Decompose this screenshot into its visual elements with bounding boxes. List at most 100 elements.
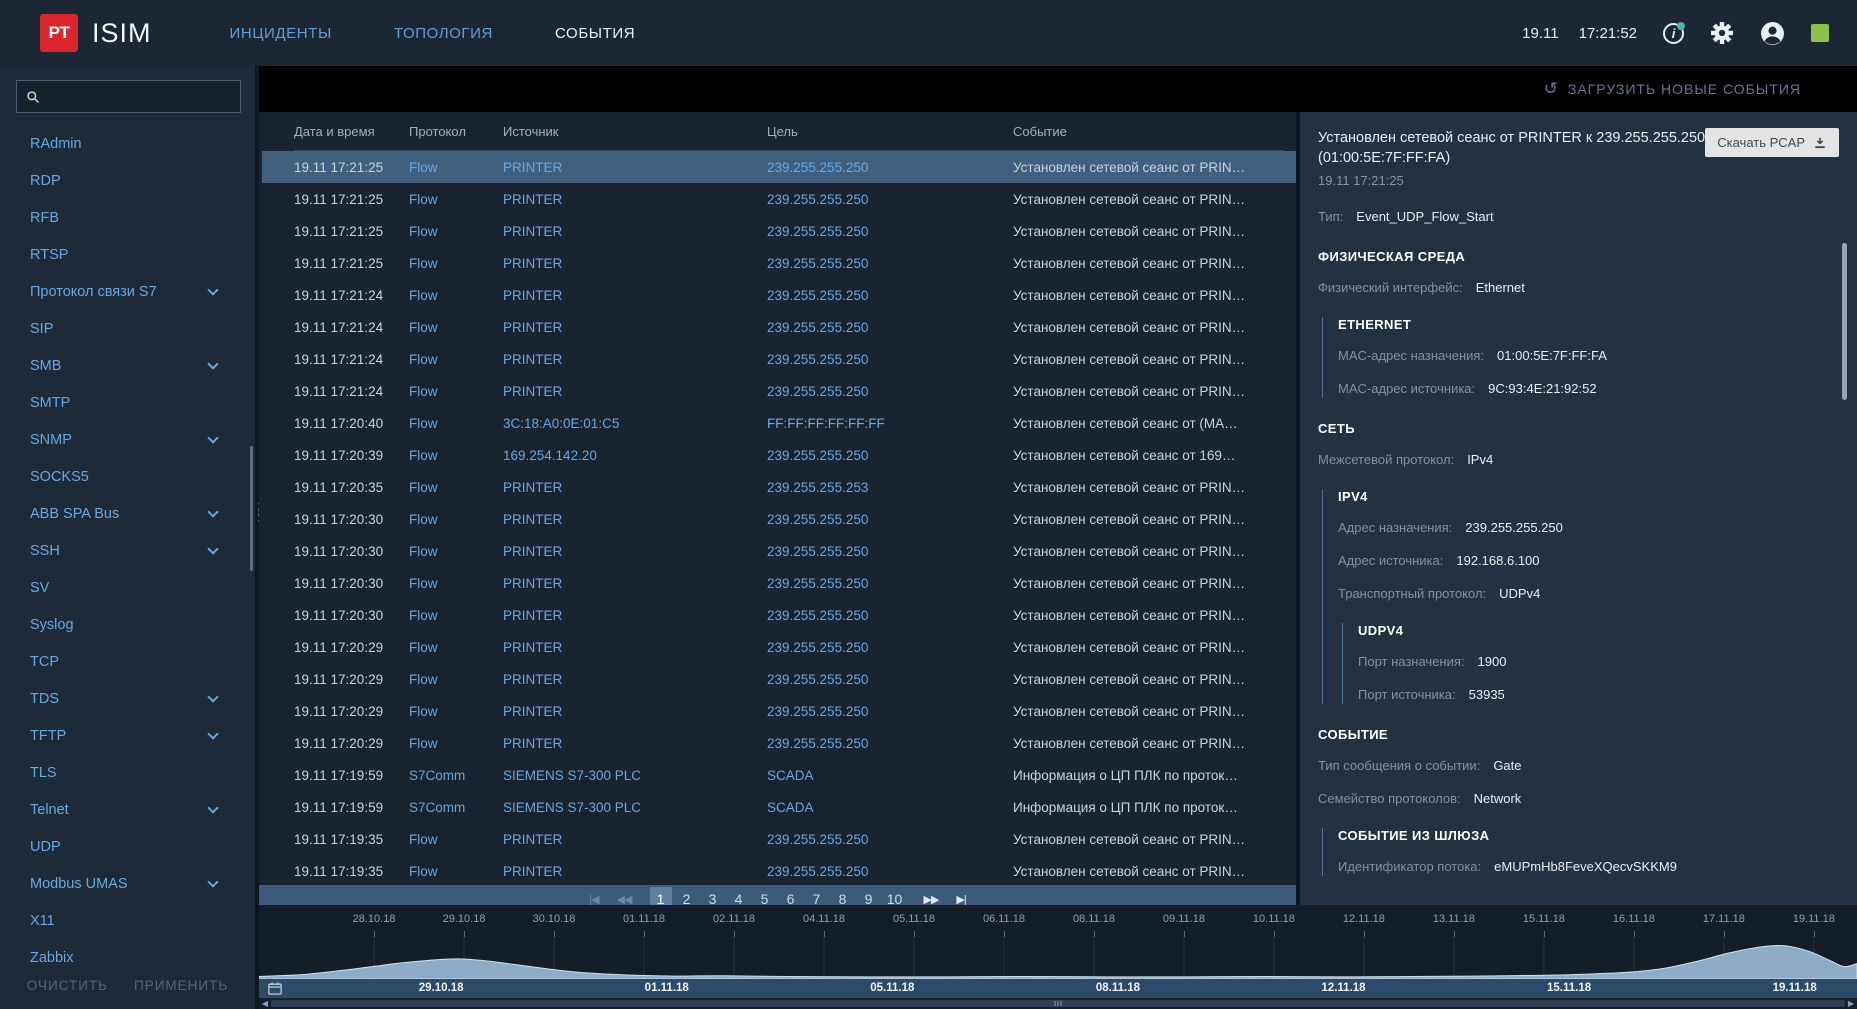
range-date-label[interactable]: 05.11.18 — [870, 982, 914, 994]
col-header-datetime[interactable]: Дата и время — [294, 124, 409, 139]
chevron-down-icon[interactable] — [207, 691, 219, 703]
cell-protocol[interactable]: Flow — [409, 704, 503, 719]
cell-protocol[interactable]: Flow — [409, 512, 503, 527]
pt-logo[interactable]: PT — [40, 14, 78, 52]
download-pcap-button[interactable]: Скачать PCAP — [1705, 128, 1839, 157]
cell-source[interactable]: PRINTER — [503, 608, 767, 623]
scroll-left-icon[interactable]: ◀ — [259, 999, 271, 1008]
cell-target[interactable]: SCADA — [767, 800, 1013, 815]
sidebar-item[interactable]: SSH — [0, 532, 255, 569]
range-date-label[interactable]: 15.11.18 — [1547, 982, 1591, 994]
cell-source[interactable]: PRINTER — [503, 192, 767, 207]
cell-target[interactable]: 239.255.255.250 — [767, 448, 1013, 463]
cell-protocol[interactable]: Flow — [409, 480, 503, 495]
sidebar-item[interactable]: SMB — [0, 347, 255, 384]
cell-target[interactable]: 239.255.255.250 — [767, 832, 1013, 847]
cell-source[interactable]: PRINTER — [503, 640, 767, 655]
cell-target[interactable]: 239.255.255.250 — [767, 160, 1013, 175]
cell-protocol[interactable]: Flow — [409, 640, 503, 655]
tab-events[interactable]: СОБЫТИЯ — [555, 25, 635, 42]
cell-source[interactable]: PRINTER — [503, 224, 767, 239]
sidebar-item[interactable]: UDP — [0, 828, 255, 865]
cell-protocol[interactable]: Flow — [409, 608, 503, 623]
sidebar-item[interactable]: Zabbix — [0, 939, 255, 968]
cell-target[interactable]: 239.255.255.250 — [767, 512, 1013, 527]
range-date-label[interactable]: 08.11.18 — [1096, 982, 1140, 994]
chevron-down-icon[interactable] — [207, 506, 219, 518]
chevron-down-icon[interactable] — [207, 358, 219, 370]
cell-source[interactable]: 3C:18:A0:0E:01:C5 — [503, 416, 767, 431]
cell-protocol[interactable]: Flow — [409, 320, 503, 335]
cell-source[interactable]: PRINTER — [503, 832, 767, 847]
cell-protocol[interactable]: S7Comm — [409, 768, 503, 783]
sidebar-item[interactable]: RAdmin — [0, 125, 255, 162]
sidebar-item[interactable]: TFTP — [0, 717, 255, 754]
sidebar-item[interactable]: SV — [0, 569, 255, 606]
chevron-down-icon[interactable] — [207, 543, 219, 555]
cell-target[interactable]: 239.255.255.250 — [767, 576, 1013, 591]
sidebar-item[interactable]: Modbus UMAS — [0, 865, 255, 902]
sidebar-item[interactable]: TDS — [0, 680, 255, 717]
cell-protocol[interactable]: Flow — [409, 224, 503, 239]
sidebar-item[interactable]: SIP — [0, 310, 255, 347]
sidebar-item[interactable]: SNMP — [0, 421, 255, 458]
range-date-label[interactable]: 19.11.18 — [1773, 982, 1817, 994]
col-header-target[interactable]: Цель — [767, 124, 1013, 139]
chevron-down-icon[interactable] — [207, 876, 219, 888]
timeline-scrollbar[interactable]: ◀ ▶ — [259, 998, 1857, 1009]
table-row[interactable]: 19.11 17:21:24 Flow PRINTER 239.255.255.… — [259, 279, 1296, 311]
tab-topology[interactable]: ТОПОЛОГИЯ — [394, 25, 493, 42]
load-new-events-button[interactable]: ↺ ЗАГРУЗИТЬ НОВЫЕ СОБЫТИЯ — [1544, 79, 1801, 99]
cell-target[interactable]: 239.255.255.250 — [767, 224, 1013, 239]
clear-filters-button[interactable]: ОЧИСТИТЬ — [27, 978, 108, 993]
sidebar-item[interactable]: TCP — [0, 643, 255, 680]
cell-source[interactable]: PRINTER — [503, 352, 767, 367]
cell-protocol[interactable]: Flow — [409, 672, 503, 687]
table-row[interactable]: 19.11 17:20:30 Flow PRINTER 239.255.255.… — [259, 535, 1296, 567]
table-row[interactable]: 19.11 17:20:30 Flow PRINTER 239.255.255.… — [259, 567, 1296, 599]
range-date-label[interactable]: 12.11.18 — [1321, 982, 1365, 994]
prev-page-icon[interactable]: ◀◀ — [617, 893, 633, 906]
sidebar-splitter-grip[interactable]: ⋮⋮ — [252, 501, 266, 522]
cell-source[interactable]: PRINTER — [503, 512, 767, 527]
cell-protocol[interactable]: Flow — [409, 288, 503, 303]
settings-gear-icon[interactable] — [1710, 21, 1734, 45]
sidebar-item[interactable]: ABB SPA Bus — [0, 495, 255, 532]
cell-target[interactable]: 239.255.255.250 — [767, 384, 1013, 399]
cell-target[interactable]: 239.255.255.250 — [767, 320, 1013, 335]
system-status-indicator[interactable] — [1811, 24, 1829, 42]
table-row[interactable]: 19.11 17:21:25 Flow PRINTER 239.255.255.… — [259, 247, 1296, 279]
table-row[interactable]: 19.11 17:20:29 Flow PRINTER 239.255.255.… — [259, 631, 1296, 663]
table-row[interactable]: 19.11 17:20:30 Flow PRINTER 239.255.255.… — [259, 503, 1296, 535]
sidebar-item[interactable]: RFB — [0, 199, 255, 236]
col-header-event[interactable]: Событие — [1013, 124, 1296, 139]
table-row[interactable]: 19.11 17:20:29 Flow PRINTER 239.255.255.… — [259, 695, 1296, 727]
table-row[interactable]: 19.11 17:20:30 Flow PRINTER 239.255.255.… — [259, 599, 1296, 631]
cell-source[interactable]: PRINTER — [503, 576, 767, 591]
last-page-icon[interactable]: ▶| — [956, 893, 966, 906]
cell-protocol[interactable]: Flow — [409, 544, 503, 559]
cell-source[interactable]: PRINTER — [503, 480, 767, 495]
cell-target[interactable]: FF:FF:FF:FF:FF:FF — [767, 416, 1013, 431]
table-row[interactable]: 19.11 17:21:25 Flow PRINTER 239.255.255.… — [259, 215, 1296, 247]
cell-source[interactable]: PRINTER — [503, 320, 767, 335]
cell-source[interactable]: PRINTER — [503, 736, 767, 751]
table-row[interactable]: 19.11 17:19:59 S7Comm SIEMENS S7-300 PLC… — [259, 759, 1296, 791]
cell-source[interactable]: SIEMENS S7-300 PLC — [503, 800, 767, 815]
sidebar-item[interactable]: Syslog — [0, 606, 255, 643]
cell-protocol[interactable]: Flow — [409, 416, 503, 431]
scroll-right-icon[interactable]: ▶ — [1845, 999, 1857, 1008]
timeline-range-bar[interactable]: 29.10.18 01.11.18 05.11.18 08.11.18 12.11.18… — [259, 979, 1857, 998]
sidebar-item[interactable]: SOCKS5 — [0, 458, 255, 495]
table-row[interactable]: 19.11 17:20:40 Flow 3C:18:A0:0E:01:C5 FF… — [259, 407, 1296, 439]
table-row[interactable]: 19.11 17:20:29 Flow PRINTER 239.255.255.… — [259, 727, 1296, 759]
search-input[interactable] — [48, 89, 231, 104]
range-date-label[interactable]: 29.10.18 — [419, 982, 464, 994]
cell-target[interactable]: 239.255.255.250 — [767, 288, 1013, 303]
tab-incidents[interactable]: ИНЦИДЕНТЫ — [230, 25, 332, 42]
table-row[interactable]: 19.11 17:21:25 Flow PRINTER 239.255.255.… — [262, 151, 1296, 183]
table-row[interactable]: 19.11 17:19:59 S7Comm SIEMENS S7-300 PLC… — [259, 791, 1296, 823]
event-volume-chart[interactable] — [259, 937, 1857, 979]
cell-target[interactable]: 239.255.255.250 — [767, 672, 1013, 687]
cell-source[interactable]: PRINTER — [503, 160, 767, 175]
